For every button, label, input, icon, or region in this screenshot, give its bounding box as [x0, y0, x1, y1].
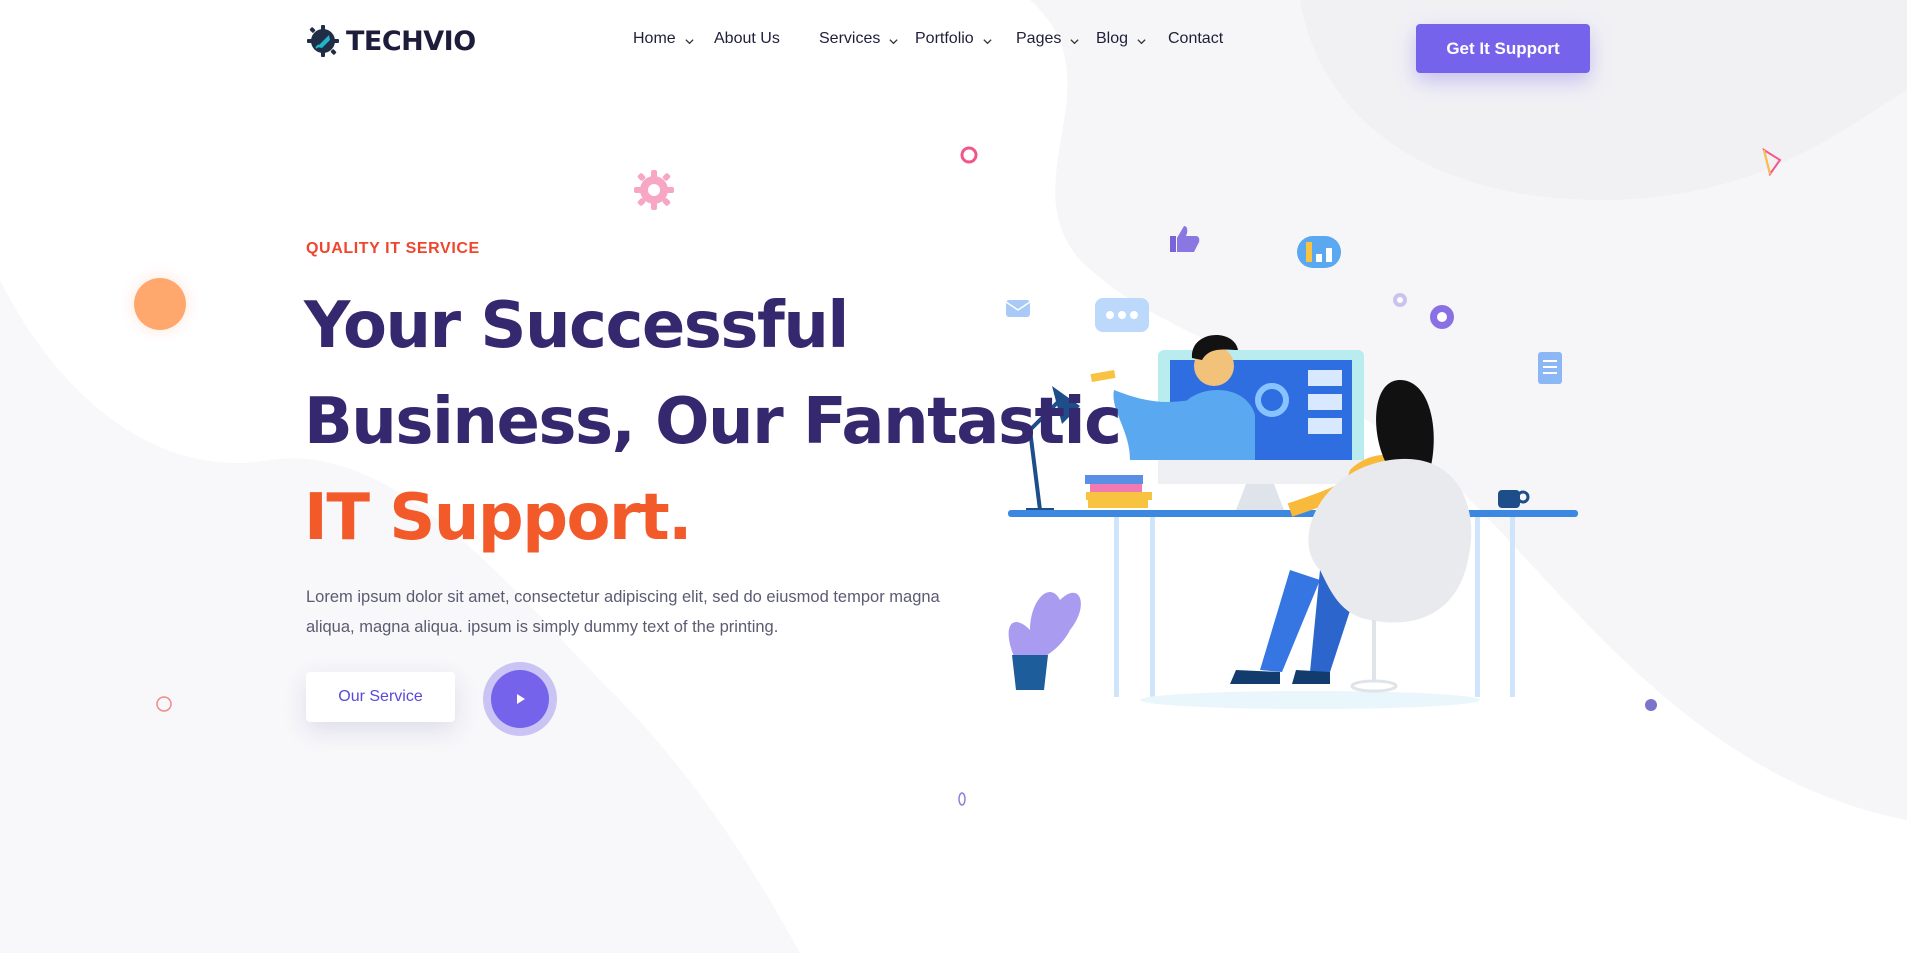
site-header: TECHVIO Home About Us Services Portfolio…	[0, 0, 1907, 96]
chevron-down-icon	[1070, 38, 1079, 44]
hero-title: Your Successful Business, Our Fantastic …	[304, 278, 1122, 566]
nav-item-portfolio[interactable]: Portfolio	[915, 30, 993, 48]
book-stack	[1085, 475, 1152, 508]
triangle-icon	[1762, 147, 1782, 177]
gear-icon-purple	[1430, 305, 1454, 329]
nav-item-about-us[interactable]: About Us	[714, 30, 780, 48]
pink-ring	[960, 146, 978, 164]
logo[interactable]: TECHVIO	[306, 24, 476, 58]
small-ring	[958, 792, 966, 806]
nav-item-label: Blog	[1096, 30, 1129, 47]
nav-item-label: Home	[633, 30, 676, 47]
nav-item-pages[interactable]: Pages	[1016, 30, 1080, 48]
play-video-button[interactable]	[483, 662, 557, 736]
nav-item-label: About Us	[714, 30, 780, 47]
orange-glow-circle	[118, 262, 202, 346]
coffee-mug	[1498, 490, 1530, 508]
our-service-button[interactable]: Our Service	[306, 672, 455, 722]
hero-description: Lorem ipsum dolor sit amet, consectetur …	[306, 588, 940, 636]
nav-item-blog[interactable]: Blog	[1096, 30, 1147, 48]
play-icon	[517, 694, 525, 704]
nav-item-label: Pages	[1016, 30, 1062, 47]
hero-eyebrow: QUALITY IT SERVICE	[306, 240, 480, 257]
nav-item-label: Portfolio	[915, 30, 974, 47]
chat-bubble-icon	[1095, 298, 1149, 332]
potted-plant	[1008, 591, 1081, 690]
chevron-down-icon	[983, 38, 992, 44]
gear-icon-small	[1393, 293, 1407, 307]
gear-icon	[634, 170, 674, 210]
nav-item-home[interactable]: Home	[633, 30, 695, 48]
nav-item-label: Contact	[1168, 30, 1224, 47]
chevron-down-icon	[1137, 38, 1146, 44]
nav-item-services[interactable]: Services	[819, 30, 899, 48]
purple-dot	[1645, 699, 1657, 711]
gear-rocket-icon	[307, 25, 339, 57]
chevron-down-icon	[685, 38, 694, 44]
envelope-icon	[1005, 300, 1031, 317]
chevron-down-icon	[889, 38, 898, 44]
brand-name: TECHVIO	[346, 25, 476, 57]
pink-ring-small	[156, 696, 172, 712]
document-icon	[1538, 352, 1562, 384]
nav-item-label: Services	[819, 30, 881, 47]
hero-title-line-2: Business, Our Fantastic	[304, 385, 1122, 459]
hero-illustration	[1005, 226, 1578, 709]
play-button-inner	[491, 670, 549, 728]
get-it-support-button[interactable]: Get It Support	[1416, 24, 1590, 73]
hero-title-line-3: IT Support.	[304, 481, 692, 555]
bar-chart-icon	[1297, 236, 1341, 268]
thumbs-up-icon	[1170, 226, 1200, 252]
hero-title-line-1: Your Successful	[304, 289, 849, 363]
nav-item-contact[interactable]: Contact	[1168, 30, 1223, 48]
